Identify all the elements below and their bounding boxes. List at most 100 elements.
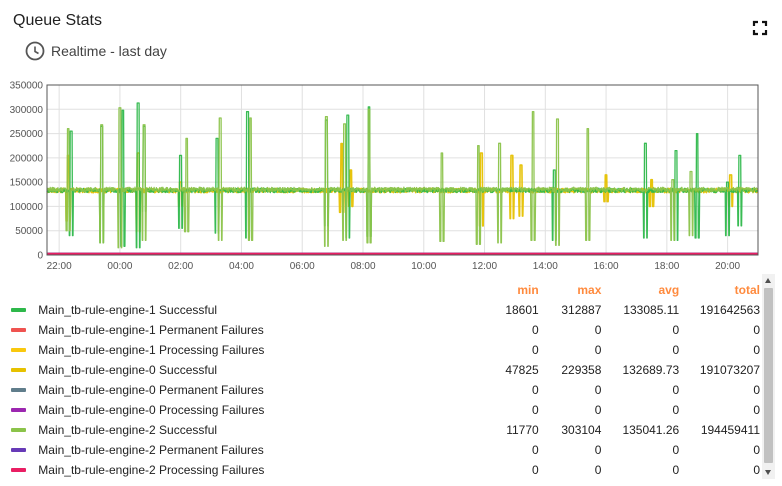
- scroll-up-icon[interactable]: [765, 278, 771, 283]
- x-tick-label: 22:00: [47, 261, 72, 272]
- legend-min: 0: [532, 463, 539, 477]
- queue-stats-chart[interactable]: 350000 300000 250000 200000 150000 100000 5000…: [0, 72, 770, 277]
- legend-swatch: [0, 300, 38, 320]
- legend-total: 191642563: [699, 303, 760, 317]
- x-tick-label: 18:00: [654, 261, 679, 272]
- timewindow-button[interactable]: Realtime - last day: [24, 40, 167, 62]
- y-tick-label: 300000: [10, 105, 44, 116]
- legend-label: Main_tb-rule-engine-2 Processing Failure…: [38, 463, 265, 477]
- legend-max: 312887: [561, 303, 602, 317]
- x-tick-label: 06:00: [290, 261, 315, 272]
- y-axis: 350000 300000 250000 200000 150000 100000 5000…: [10, 81, 44, 262]
- legend-min: 47825: [505, 363, 539, 377]
- legend-label: Main_tb-rule-engine-0 Permanent Failures: [38, 383, 264, 397]
- x-tick-label: 10:00: [411, 261, 436, 272]
- legend-scrollbar[interactable]: [762, 274, 775, 479]
- legend-row[interactable]: Main_tb-rule-engine-0 Permanent Failures…: [0, 380, 760, 400]
- y-tick-label: 250000: [10, 129, 44, 140]
- legend-total: 0: [753, 383, 760, 397]
- x-axis: 22:00 00:00 02:00 04:00 06:00 08:00 10:00 12:00…: [47, 261, 741, 272]
- x-tick-label: 16:00: [594, 261, 619, 272]
- chart-grid: [47, 84, 758, 256]
- legend-avg: 132689.73: [622, 363, 680, 377]
- legend-row[interactable]: Main_tb-rule-engine-1 Permanent Failures…: [0, 320, 760, 340]
- widget-title: Queue Stats: [13, 12, 102, 29]
- legend-swatch: [0, 400, 38, 420]
- chart-legend: min max avg total Main_tb-rule-engine-1 …: [0, 280, 760, 480]
- x-tick-label: 00:00: [107, 261, 132, 272]
- legend-header-avg: avg: [658, 283, 680, 297]
- legend-avg: 0: [672, 383, 680, 397]
- legend-swatch: [0, 420, 38, 440]
- legend-total: 0: [753, 443, 760, 457]
- x-tick-label: 20:00: [715, 261, 740, 272]
- legend-row[interactable]: Main_tb-rule-engine-0 Processing Failure…: [0, 400, 760, 420]
- legend-label: Main_tb-rule-engine-0 Successful: [38, 363, 218, 377]
- legend-max: 0: [594, 383, 602, 397]
- legend-max: 229358: [561, 363, 602, 377]
- x-tick-label: 04:00: [229, 261, 254, 272]
- legend-avg: 0: [672, 463, 680, 477]
- series-line: [46, 107, 759, 249]
- legend-row[interactable]: Main_tb-rule-engine-2 Processing Failure…: [0, 460, 760, 480]
- legend-total: 194459411: [700, 423, 760, 437]
- legend-total: 191073207: [699, 363, 760, 377]
- legend-row[interactable]: Main_tb-rule-engine-2 Permanent Failures…: [0, 440, 760, 460]
- legend-row[interactable]: Main_tb-rule-engine-0 Successful 47825 229…: [0, 360, 760, 380]
- legend-max: 0: [594, 343, 602, 357]
- legend-header-max: max: [577, 283, 602, 297]
- legend-avg: 133085.11: [623, 303, 680, 317]
- legend-row[interactable]: Main_tb-rule-engine-1 Processing Failure…: [0, 340, 760, 360]
- legend-swatch: [0, 380, 38, 400]
- y-tick-label: 50000: [15, 226, 43, 237]
- x-tick-label: 14:00: [533, 261, 558, 272]
- x-tick-label: 08:00: [350, 261, 375, 272]
- scrollbar-thumb[interactable]: [764, 288, 773, 463]
- legend-row[interactable]: Main_tb-rule-engine-2 Successful 11770 303…: [0, 420, 760, 440]
- clock-icon: [25, 41, 45, 61]
- legend-label: Main_tb-rule-engine-2 Permanent Failures: [38, 443, 264, 457]
- legend-min: 0: [532, 343, 539, 357]
- legend-avg: 0: [672, 343, 680, 357]
- legend-min: 18601: [505, 303, 539, 317]
- legend-header-min: min: [517, 283, 539, 297]
- legend-swatch: [0, 460, 38, 480]
- legend-avg: 0: [672, 443, 680, 457]
- legend-avg: 0: [672, 323, 680, 337]
- legend-label: Main_tb-rule-engine-1 Successful: [38, 303, 218, 317]
- legend-min: 11770: [506, 423, 539, 437]
- y-tick-label: 150000: [10, 178, 44, 189]
- plot-frame: [46, 84, 759, 256]
- legend-max: 0: [594, 463, 602, 477]
- legend-max: 0: [594, 323, 602, 337]
- chart-series: [46, 102, 759, 256]
- series-line: [46, 102, 759, 249]
- legend-total: 0: [753, 343, 760, 357]
- legend-min: 0: [532, 403, 539, 417]
- x-tick-label: 02:00: [168, 261, 193, 272]
- legend-label: Main_tb-rule-engine-1 Permanent Failures: [38, 323, 264, 337]
- scroll-down-icon[interactable]: [765, 470, 771, 475]
- y-tick-label: 100000: [10, 202, 44, 213]
- x-tick-label: 12:00: [472, 261, 497, 272]
- legend-swatch: [0, 340, 38, 360]
- legend-swatch: [0, 320, 38, 340]
- legend-max: 303104: [561, 423, 602, 437]
- timewindow-label: Realtime - last day: [51, 43, 167, 59]
- legend-header-total: total: [734, 283, 760, 297]
- legend-header-row: min max avg total: [0, 280, 760, 300]
- legend-label: Main_tb-rule-engine-2 Successful: [38, 423, 218, 437]
- legend-max: 0: [594, 403, 602, 417]
- legend-row[interactable]: Main_tb-rule-engine-1 Successful 18601 312…: [0, 300, 760, 320]
- legend-total: 0: [753, 463, 760, 477]
- fullscreen-icon[interactable]: [750, 18, 770, 38]
- legend-label: Main_tb-rule-engine-1 Processing Failure…: [38, 343, 265, 357]
- legend-total: 0: [753, 323, 760, 337]
- legend-min: 0: [532, 383, 539, 397]
- legend-avg: 135041.26: [622, 423, 680, 437]
- y-tick-label: 200000: [10, 153, 44, 164]
- legend-min: 0: [532, 443, 539, 457]
- y-tick-label: 0: [37, 251, 43, 262]
- y-tick-label: 350000: [10, 81, 44, 92]
- legend-total: 0: [753, 403, 760, 417]
